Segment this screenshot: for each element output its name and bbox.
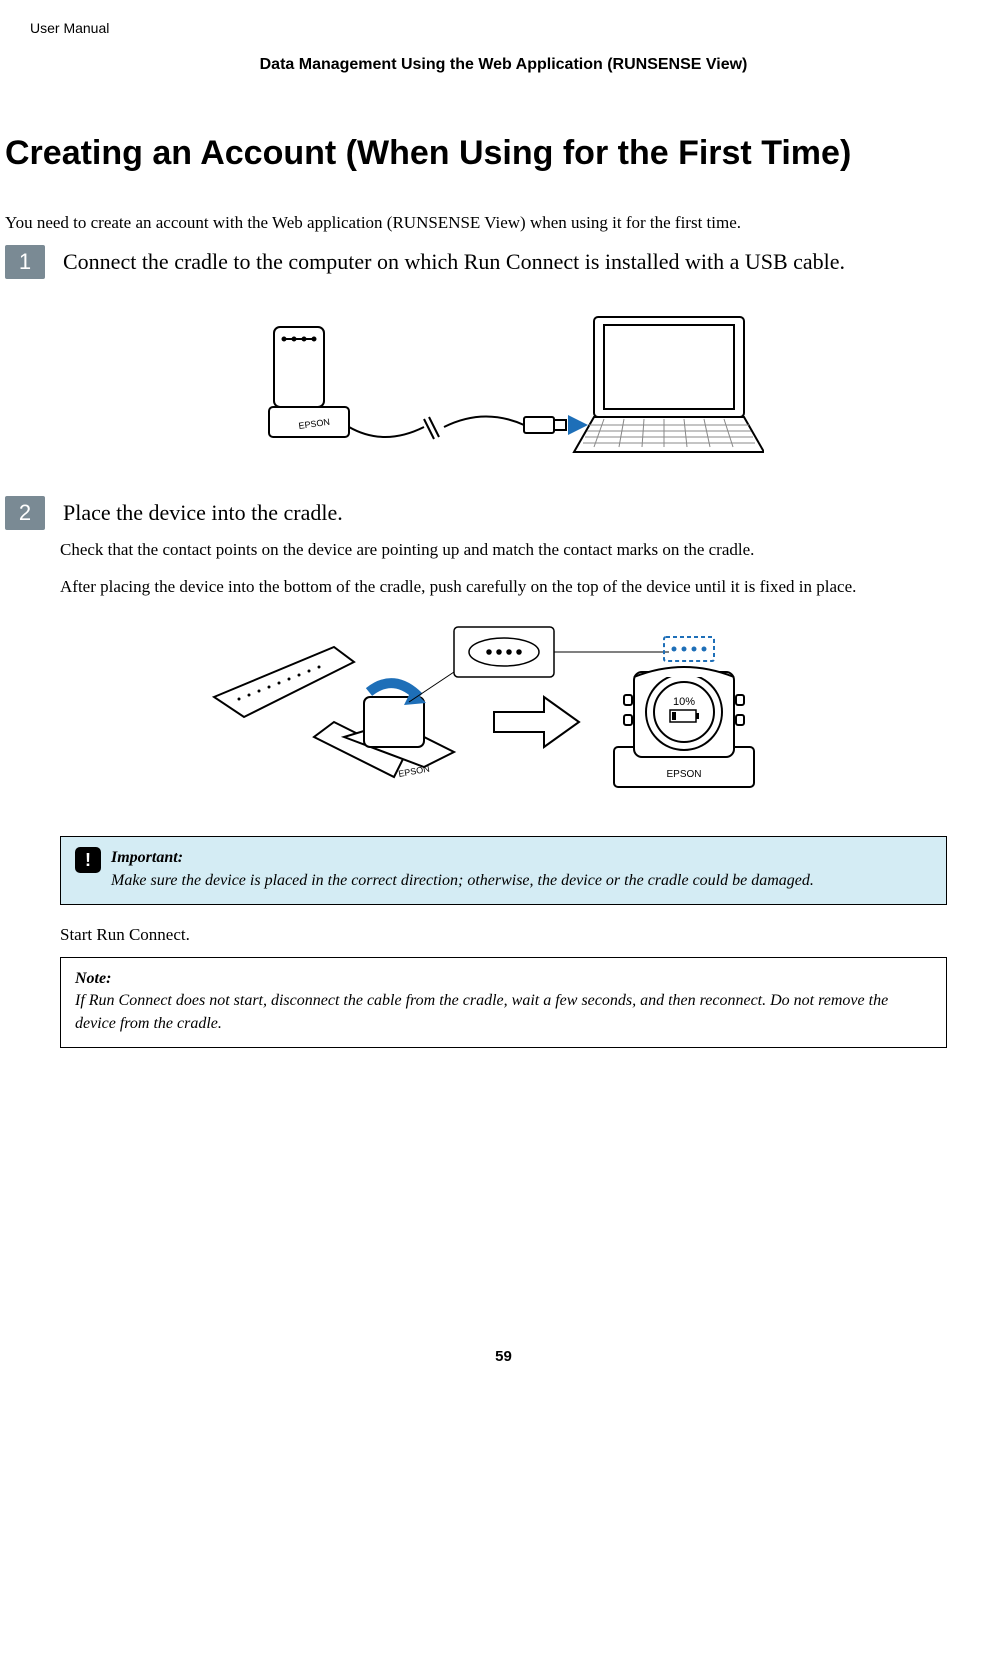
important-label: Important:: [111, 849, 183, 866]
step-1-number: 1: [5, 245, 45, 279]
page-number: 59: [0, 1348, 1007, 1365]
step-1: 1 Connect the cradle to the computer on …: [0, 245, 1007, 279]
step-2-number: 2: [5, 496, 45, 530]
note-callout: Note: If Run Connect does not start, dis…: [60, 957, 947, 1048]
battery-pct-label: 10%: [672, 696, 694, 708]
important-callout: ! Important: Make sure the device is pla…: [60, 836, 947, 905]
step-2-text: Place the device into the cradle.: [63, 496, 343, 528]
step-2-detail-1: Check that the contact points on the dev…: [60, 538, 947, 563]
svg-text:EPSON: EPSON: [397, 764, 430, 779]
step-2-detail-2: After placing the device into the bottom…: [60, 575, 947, 600]
doc-label: User Manual: [0, 20, 1007, 36]
section-title: Data Management Using the Web Applicatio…: [0, 56, 1007, 74]
figure-cradle-laptop: EPSON: [0, 297, 1007, 472]
intro-text: You need to create an account with the W…: [0, 213, 1007, 233]
step-2: 2 Place the device into the cradle.: [0, 496, 1007, 530]
note-label: Note:: [75, 970, 111, 987]
exclamation-icon: !: [75, 847, 101, 873]
page-title: Creating an Account (When Using for the …: [0, 134, 1007, 173]
figure-device-in-cradle: EPSON: [0, 617, 1007, 812]
start-run-connect-text: Start Run Connect.: [60, 925, 947, 945]
note-text: If Run Connect does not start, disconnec…: [75, 992, 888, 1031]
important-text: Make sure the device is placed in the co…: [111, 872, 814, 889]
step-1-text: Connect the cradle to the computer on wh…: [63, 245, 845, 277]
svg-text:EPSON: EPSON: [666, 769, 701, 780]
